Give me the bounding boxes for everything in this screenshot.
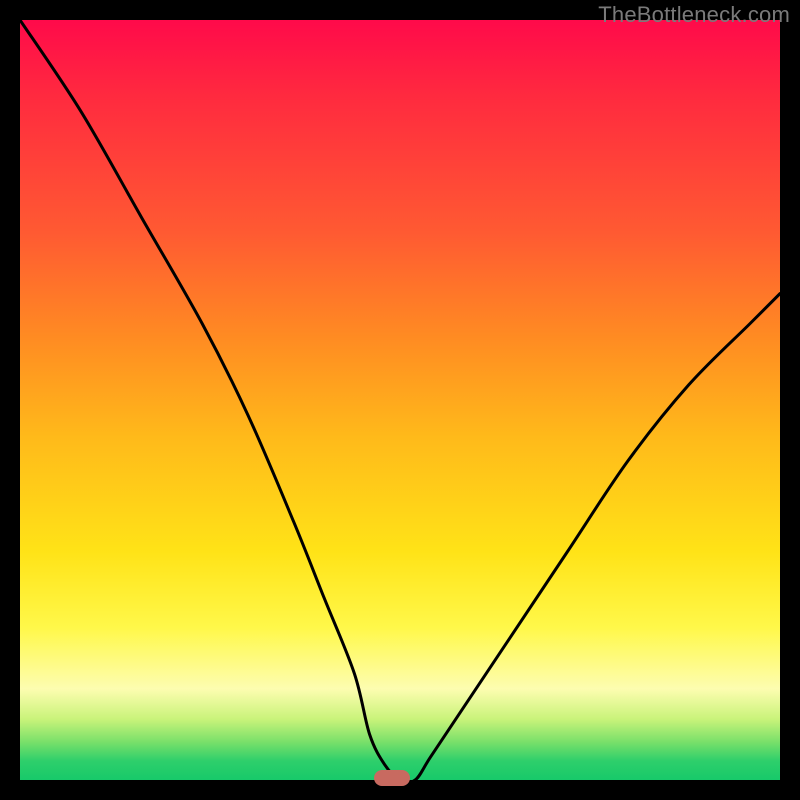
chart-frame: TheBottleneck.com <box>0 0 800 800</box>
bottleneck-line <box>20 20 780 780</box>
watermark-text: TheBottleneck.com <box>598 2 790 28</box>
plot-area <box>20 20 780 780</box>
minimum-marker-icon <box>374 770 410 786</box>
